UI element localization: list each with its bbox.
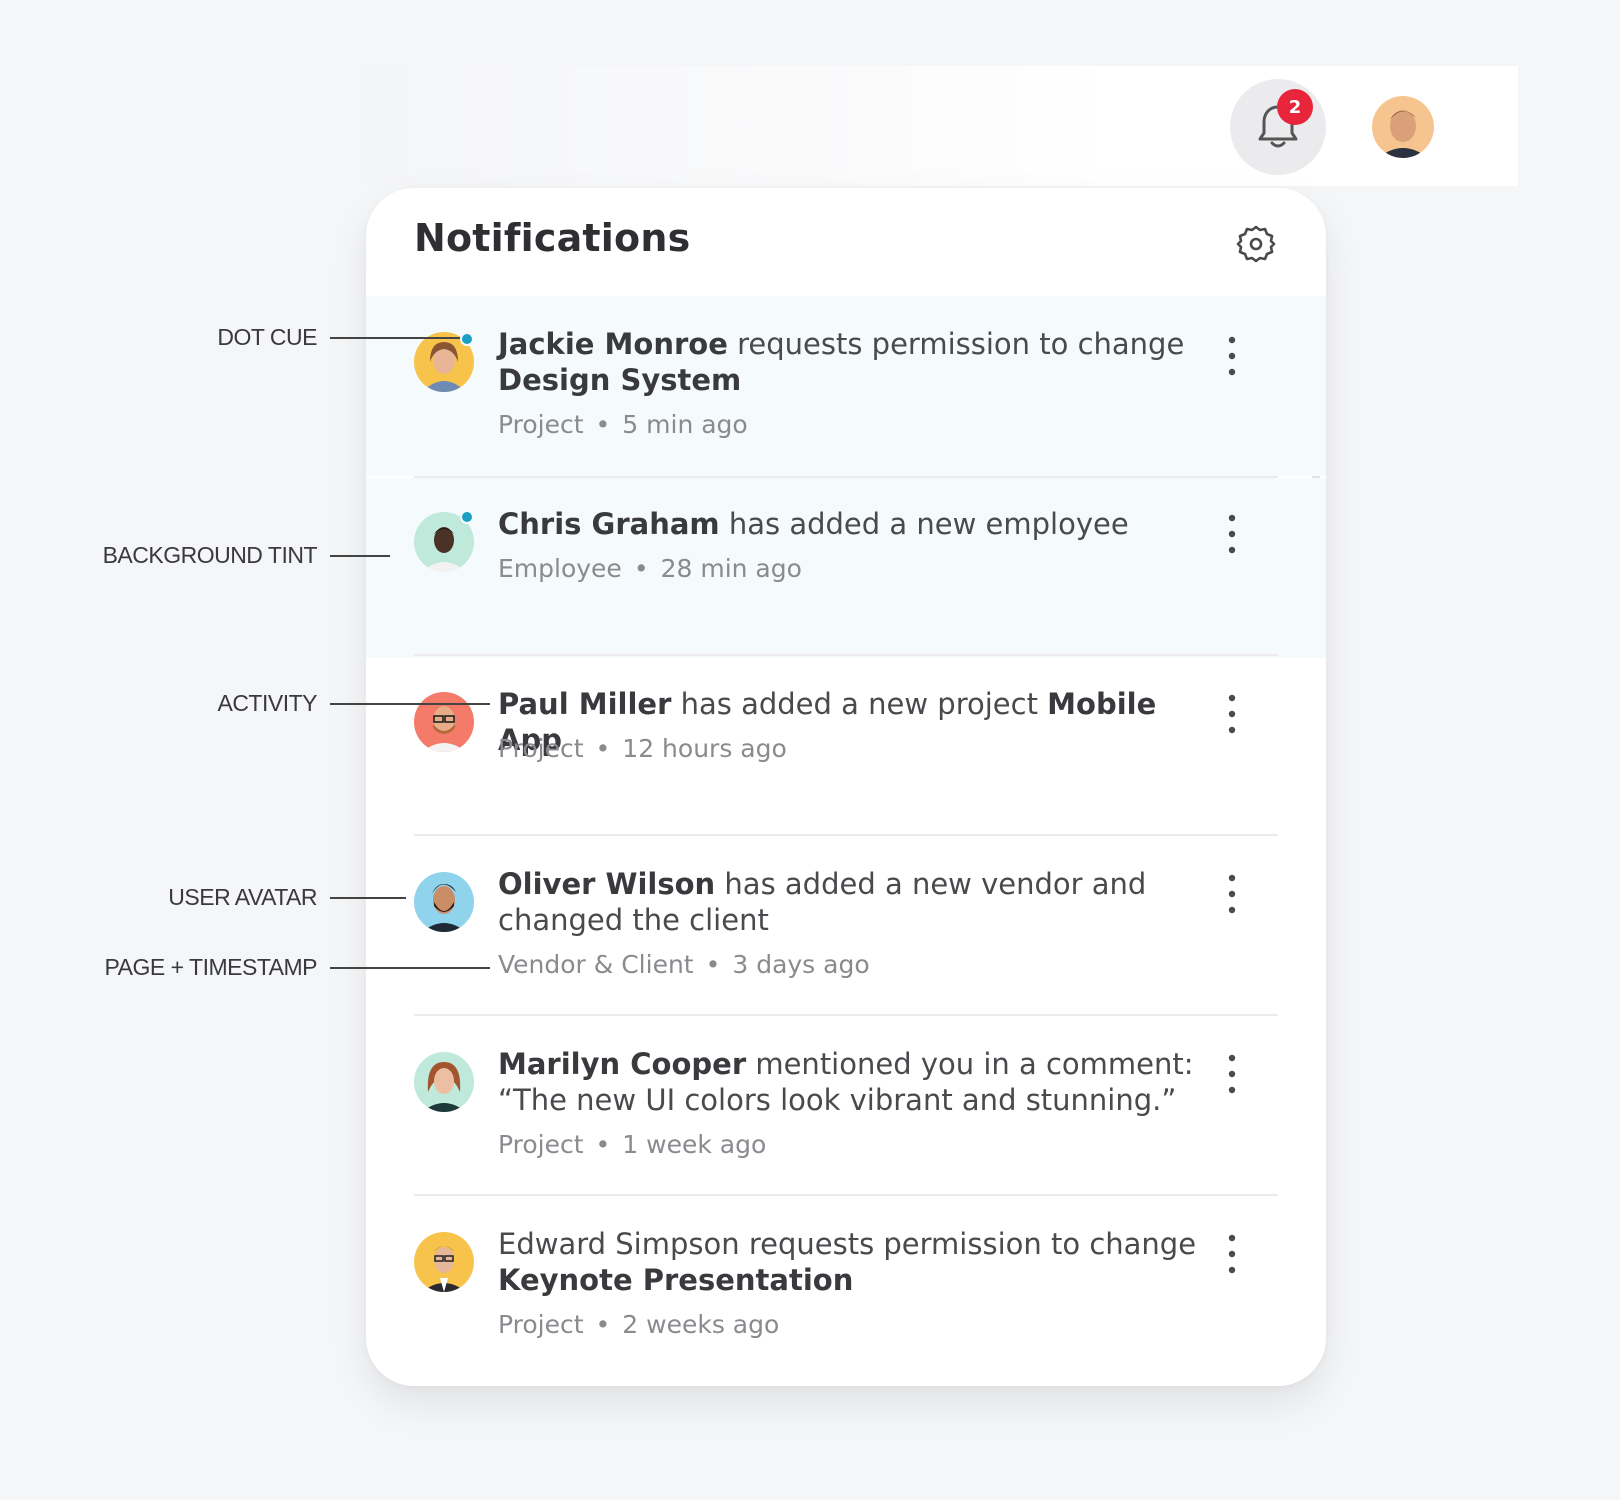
user-avatar[interactable]	[1372, 96, 1434, 158]
notification-item[interactable]: Jackie Monroe requests permission to cha…	[366, 296, 1326, 476]
divider	[414, 1014, 1278, 1016]
divider	[414, 1194, 1278, 1196]
gear-icon[interactable]	[1236, 224, 1276, 264]
kebab-menu-icon[interactable]	[1224, 1052, 1240, 1096]
object-name: Keynote Presentation	[498, 1263, 854, 1297]
divider	[414, 654, 1278, 656]
annotation-line	[330, 897, 406, 899]
notifications-panel: Notifications Jackie Monroe requests per…	[366, 188, 1326, 1386]
notification-message: Oliver Wilson has added a new vendor and…	[498, 866, 1218, 938]
action-text: has added a new employee	[719, 507, 1129, 541]
unread-dot	[460, 510, 474, 524]
notification-message: Chris Graham has added a new employee	[498, 506, 1218, 542]
notification-item[interactable]: Edward Simpson requests permission to ch…	[366, 1198, 1326, 1378]
timestamp: 3 days ago	[732, 950, 870, 979]
action-text: requests permission to change	[727, 327, 1185, 361]
notification-message: Marilyn Cooper mentioned you in a commen…	[498, 1046, 1218, 1118]
annotation-dot-cue: DOT CUE	[217, 324, 317, 350]
kebab-menu-icon[interactable]	[1224, 512, 1240, 556]
notification-item[interactable]: Paul Miller has added a new project Mobi…	[366, 658, 1326, 838]
notification-item[interactable]: Marilyn Cooper mentioned you in a commen…	[366, 1018, 1326, 1198]
actor-name: Paul Miller	[498, 687, 672, 721]
page-label: Project	[498, 410, 584, 439]
notifications-button[interactable]	[1230, 79, 1326, 175]
notification-count-badge: 2	[1277, 89, 1313, 125]
kebab-menu-icon[interactable]	[1224, 334, 1240, 378]
divider	[414, 834, 1278, 836]
page-label: Project	[498, 1130, 584, 1159]
page-label: Vendor & Client	[498, 950, 694, 979]
page-timestamp: Employee • 28 min ago	[498, 554, 802, 583]
annotation-line	[330, 555, 390, 557]
notification-message: Edward Simpson requests permission to ch…	[498, 1226, 1218, 1298]
panel-title: Notifications	[414, 216, 691, 260]
action-text: Edward Simpson requests permission to ch…	[498, 1227, 1197, 1261]
annotation-background-tint: BACKGROUND TINT	[102, 542, 318, 568]
annotation-user-avatar: USER AVATAR	[168, 884, 317, 910]
timestamp: 28 min ago	[660, 554, 802, 583]
avatar	[414, 692, 474, 752]
unread-dot	[460, 332, 474, 346]
actor-name: Chris Graham	[498, 507, 720, 541]
page-timestamp: Project • 2 weeks ago	[498, 1310, 780, 1339]
timestamp: 2 weeks ago	[622, 1310, 780, 1339]
page-timestamp: Project • 12 hours ago	[498, 734, 787, 763]
kebab-menu-icon[interactable]	[1224, 1232, 1240, 1276]
page-label: Project	[498, 734, 584, 763]
avatar	[414, 872, 474, 932]
page-timestamp: Project • 1 week ago	[498, 1130, 767, 1159]
annotation-line	[330, 337, 460, 339]
action-text: has added a new project	[671, 687, 1048, 721]
kebab-menu-icon[interactable]	[1224, 692, 1240, 736]
actor-name: Jackie Monroe	[498, 327, 728, 361]
page-label: Employee	[498, 554, 622, 583]
timestamp: 12 hours ago	[622, 734, 787, 763]
notification-item[interactable]: Oliver Wilson has added a new vendor and…	[366, 838, 1326, 1018]
notification-message: Jackie Monroe requests permission to cha…	[498, 326, 1218, 398]
annotation-page-timestamp: PAGE + TIMESTAMP	[104, 954, 318, 980]
avatar	[414, 1052, 474, 1112]
page-timestamp: Vendor & Client • 3 days ago	[498, 950, 870, 979]
actor-name: Oliver Wilson	[498, 867, 716, 901]
notification-item[interactable]: Chris Graham has added a new employee Em…	[366, 478, 1326, 658]
kebab-menu-icon[interactable]	[1224, 872, 1240, 916]
timestamp: 5 min ago	[622, 410, 748, 439]
timestamp: 1 week ago	[622, 1130, 767, 1159]
annotation-line	[330, 967, 490, 969]
actor-name: Marilyn Cooper	[498, 1047, 747, 1081]
object-name: Design System	[498, 363, 742, 397]
annotation-activity: ACTIVITY	[217, 690, 317, 716]
top-bar	[366, 66, 1518, 186]
annotation-line	[330, 703, 490, 705]
page-label: Project	[498, 1310, 584, 1339]
avatar	[414, 1232, 474, 1292]
page-timestamp: Project • 5 min ago	[498, 410, 748, 439]
